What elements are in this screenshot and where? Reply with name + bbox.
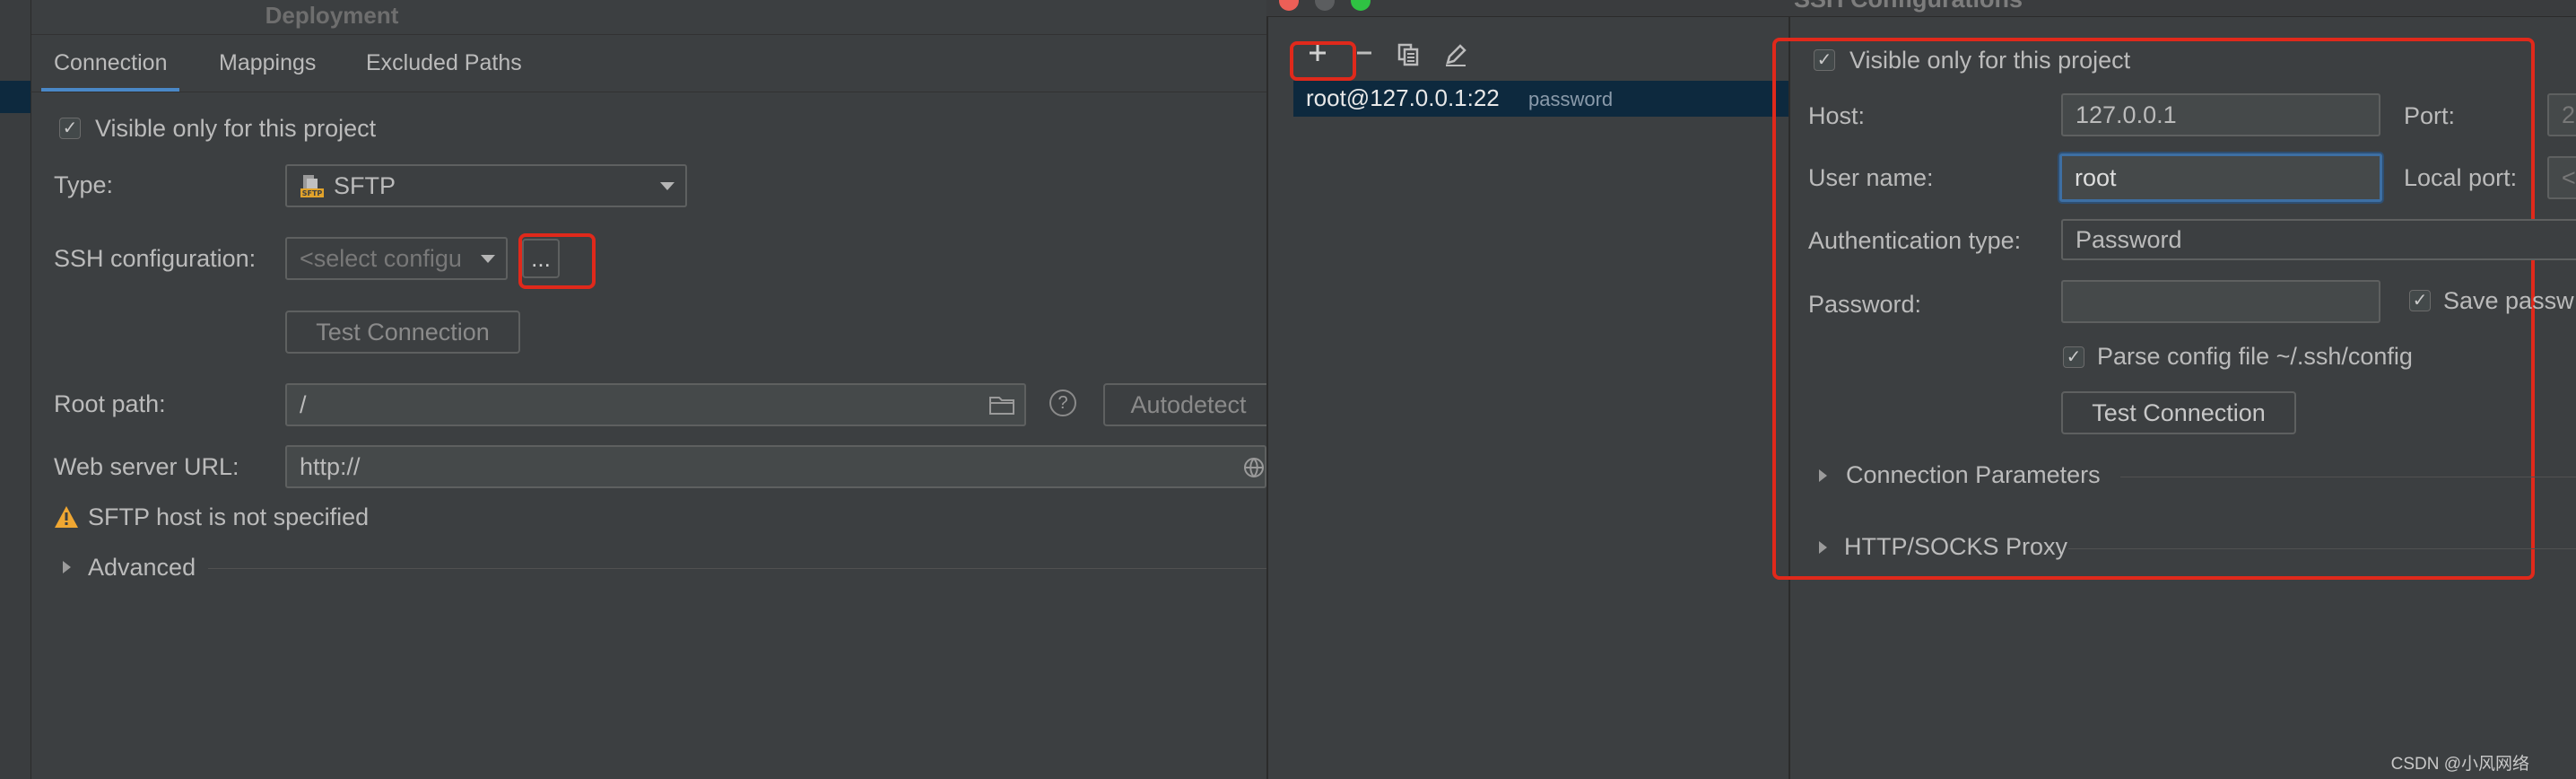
type-label: Type: [54, 171, 114, 198]
deployment-tabs: Connection Mappings Excluded Paths [30, 36, 1266, 92]
list-item-host[interactable]: root@127.0.0.1:22 [1306, 84, 1500, 112]
svg-text:SFTP: SFTP [302, 189, 323, 197]
watermark: CSDN @小风网络 [2390, 755, 2529, 774]
globe-icon[interactable] [1243, 457, 1265, 485]
ssh-config-label: SSH configuration: [54, 245, 257, 272]
proxy-toggle[interactable]: HTTP/SOCKS Proxy [1844, 533, 2067, 561]
username-value: root [2075, 163, 2117, 191]
root-path-input[interactable]: / [285, 383, 1026, 426]
expand-triangle-icon[interactable] [1819, 541, 1827, 554]
host-input[interactable]: 127.0.0.1 [2061, 93, 2380, 136]
web-server-value: http:// [300, 452, 361, 480]
save-password-label: Save passw [2443, 287, 2574, 314]
root-path-value: / [300, 390, 307, 418]
port-label: Port: [2404, 102, 2456, 129]
save-password-checkbox[interactable]: ✓ [2409, 290, 2431, 311]
tab-excluded-paths[interactable]: Excluded Paths [366, 36, 522, 90]
port-input[interactable]: 2 [2547, 93, 2576, 136]
edit-icon[interactable] [1442, 41, 1469, 68]
help-icon[interactable]: ? [1049, 390, 1076, 416]
password-input[interactable] [2061, 280, 2380, 323]
test-connection-button[interactable]: Test Connection [285, 311, 520, 354]
autodetect-button[interactable]: Autodetect [1103, 383, 1274, 426]
chevron-down-icon [481, 255, 495, 263]
local-port-value: < [2562, 163, 2576, 191]
advanced-separator [208, 568, 1266, 569]
folder-icon[interactable] [988, 394, 1015, 422]
host-value: 127.0.0.1 [2076, 101, 2177, 128]
copy-icon[interactable] [1396, 41, 1423, 68]
visible-only-checkbox[interactable]: ✓ [59, 118, 81, 139]
parse-config-checkbox[interactable]: ✓ [2063, 346, 2084, 368]
deployment-server-list[interactable] [0, 0, 31, 779]
local-port-label: Local port: [2404, 164, 2518, 191]
warning-icon [54, 505, 79, 533]
type-value: SFTP [334, 171, 396, 199]
highlight-add [1290, 41, 1356, 81]
auth-type-value: Password [2076, 225, 2182, 253]
ssh-config-placeholder: <select configu [300, 244, 462, 272]
parse-config-label: Parse config file ~/.ssh/config [2097, 343, 2413, 370]
expand-triangle-icon[interactable] [63, 561, 71, 573]
auth-type-select[interactable]: Password [2061, 219, 2576, 260]
ssh-visible-only-checkbox[interactable]: ✓ [1814, 49, 1835, 71]
deployment-title: Deployment [265, 2, 399, 29]
port-value: 2 [2562, 101, 2576, 128]
ssh-config-list [1293, 81, 1788, 779]
expand-triangle-icon[interactable] [1819, 469, 1827, 482]
deployment-server-selected[interactable] [0, 81, 30, 113]
host-label: Host: [1808, 102, 1866, 129]
root-path-label: Root path: [54, 390, 166, 417]
password-label: Password: [1808, 291, 1922, 318]
ssh-config-select[interactable]: <select configu [285, 237, 508, 280]
tab-connection[interactable]: Connection [40, 36, 181, 92]
highlight-ssh-more [518, 233, 596, 289]
advanced-toggle[interactable]: Advanced [88, 554, 196, 582]
local-port-input[interactable]: < [2547, 156, 2576, 199]
web-server-label: Web server URL: [54, 453, 239, 480]
username-label: User name: [1808, 164, 1934, 191]
web-server-input[interactable]: http:// [285, 445, 1266, 488]
sftp-icon: SFTP [300, 173, 325, 198]
connection-params-toggle[interactable]: Connection Parameters [1846, 461, 2101, 489]
tab-mappings[interactable]: Mappings [219, 36, 316, 90]
remove-icon[interactable] [1351, 39, 1378, 66]
ssh-window-title: SSH Configurations [1794, 0, 2023, 13]
ssh-test-connection-button[interactable]: Test Connection [2061, 391, 2296, 434]
warning-text: SFTP host is not specified [88, 503, 370, 530]
type-select[interactable]: SFTP SFTP [285, 164, 687, 207]
ssh-visible-only-label: Visible only for this project [1849, 47, 2131, 74]
proxy-separator [2068, 548, 2576, 549]
username-input[interactable]: root [2059, 153, 2382, 202]
auth-type-label: Authentication type: [1808, 227, 2022, 254]
list-item-auth: password [1528, 88, 1614, 110]
visible-only-label: Visible only for this project [95, 115, 377, 142]
chevron-down-icon [660, 182, 674, 190]
